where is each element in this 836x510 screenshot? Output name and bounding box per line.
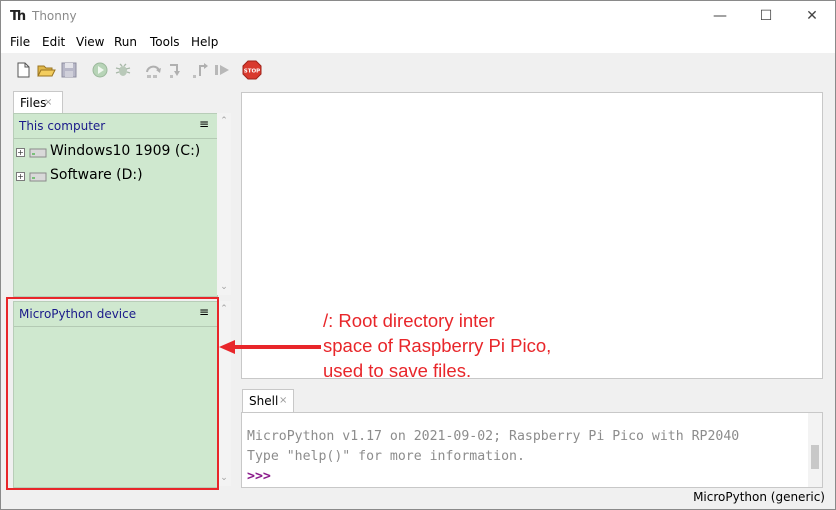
this-computer-menu-icon[interactable]: ≡	[199, 117, 209, 131]
scroll-up-icon[interactable]: ⌃	[217, 116, 231, 126]
open-folder-icon[interactable]	[36, 60, 56, 80]
tab-files-label: Files	[20, 96, 47, 110]
stop-icon[interactable]: STOP	[242, 60, 262, 80]
title-bar[interactable]: Th Thonny — ☐ ✕	[1, 1, 835, 32]
menu-edit[interactable]: Edit	[42, 35, 65, 49]
shell-output-line: MicroPython v1.17 on 2021-09-02; Raspber…	[247, 429, 740, 444]
annotation-arrow	[219, 340, 321, 354]
tab-shell[interactable]: Shell ×	[242, 389, 294, 412]
new-file-icon[interactable]	[13, 60, 33, 80]
menu-bar: File Edit View Run Tools Help	[1, 32, 835, 53]
shell-console[interactable]: MicroPython v1.17 on 2021-09-02; Raspber…	[241, 412, 823, 488]
this-computer-header: This computer ≡	[14, 114, 217, 139]
annotation-highlight-box	[6, 297, 219, 490]
drive-icon	[29, 148, 47, 158]
expand-icon[interactable]: +	[16, 148, 25, 157]
this-computer-panel: This computer ≡ + Windows10 1909 (C:) + …	[13, 113, 218, 297]
this-computer-title: This computer	[19, 119, 106, 133]
menu-view[interactable]: View	[76, 35, 104, 49]
annotation-text: /: Root directory inter space of Raspber…	[323, 308, 551, 383]
close-button[interactable]: ✕	[789, 1, 835, 32]
tab-files-close-icon[interactable]: ×	[44, 97, 52, 108]
annotation-line: /: Root directory inter	[323, 310, 495, 331]
drive-icon	[29, 172, 47, 182]
scroll-down-icon[interactable]: ⌄	[217, 282, 231, 292]
shell-scrollbar[interactable]	[808, 413, 822, 487]
expand-icon[interactable]: +	[16, 172, 25, 181]
menu-file[interactable]: File	[10, 35, 30, 49]
menu-run[interactable]: Run	[114, 35, 137, 49]
menu-help[interactable]: Help	[191, 35, 218, 49]
interpreter-status[interactable]: MicroPython (generic)	[693, 490, 825, 504]
tab-files[interactable]: Files ×	[13, 91, 63, 113]
thonny-window: Th Thonny — ☐ ✕ File Edit View Run Tools…	[0, 0, 836, 510]
window-title: Thonny	[32, 9, 77, 23]
scroll-up-icon[interactable]: ⌃	[217, 304, 231, 314]
tab-shell-close-icon[interactable]: ×	[279, 395, 287, 406]
annotation-line: used to save files.	[323, 360, 472, 381]
step-over-icon[interactable]	[144, 60, 164, 80]
toolbar: STOP	[1, 53, 835, 87]
save-icon[interactable]	[59, 60, 79, 80]
thonny-app-icon: Th	[10, 9, 26, 24]
drive-c-label: Windows10 1909 (C:)	[50, 143, 201, 159]
drive-d-label: Software (D:)	[50, 167, 143, 183]
minimize-button[interactable]: —	[697, 1, 743, 32]
step-out-icon[interactable]	[190, 60, 210, 80]
scroll-down-icon[interactable]: ⌄	[217, 473, 231, 483]
shell-prompt: >>>	[247, 469, 271, 484]
this-computer-scrollbar[interactable]: ⌃ ⌄	[217, 113, 231, 295]
tab-shell-label: Shell	[249, 394, 279, 408]
shell-output-line: Type "help()" for more information.	[247, 449, 525, 464]
resume-icon[interactable]	[212, 60, 232, 80]
tree-row-drive-c[interactable]: + Windows10 1909 (C:)	[14, 142, 217, 164]
micropython-device-scrollbar[interactable]: ⌃ ⌄	[217, 301, 231, 486]
step-into-icon[interactable]	[167, 60, 187, 80]
run-icon[interactable]	[90, 60, 110, 80]
menu-tools[interactable]: Tools	[150, 35, 180, 49]
stop-icon-label: STOP	[244, 69, 260, 75]
shell-scrollbar-thumb[interactable]	[811, 445, 819, 469]
debug-icon[interactable]	[113, 60, 133, 80]
tree-row-drive-d[interactable]: + Software (D:)	[14, 166, 217, 188]
maximize-button[interactable]: ☐	[743, 1, 789, 32]
annotation-line: space of Raspberry Pi Pico,	[323, 335, 552, 356]
